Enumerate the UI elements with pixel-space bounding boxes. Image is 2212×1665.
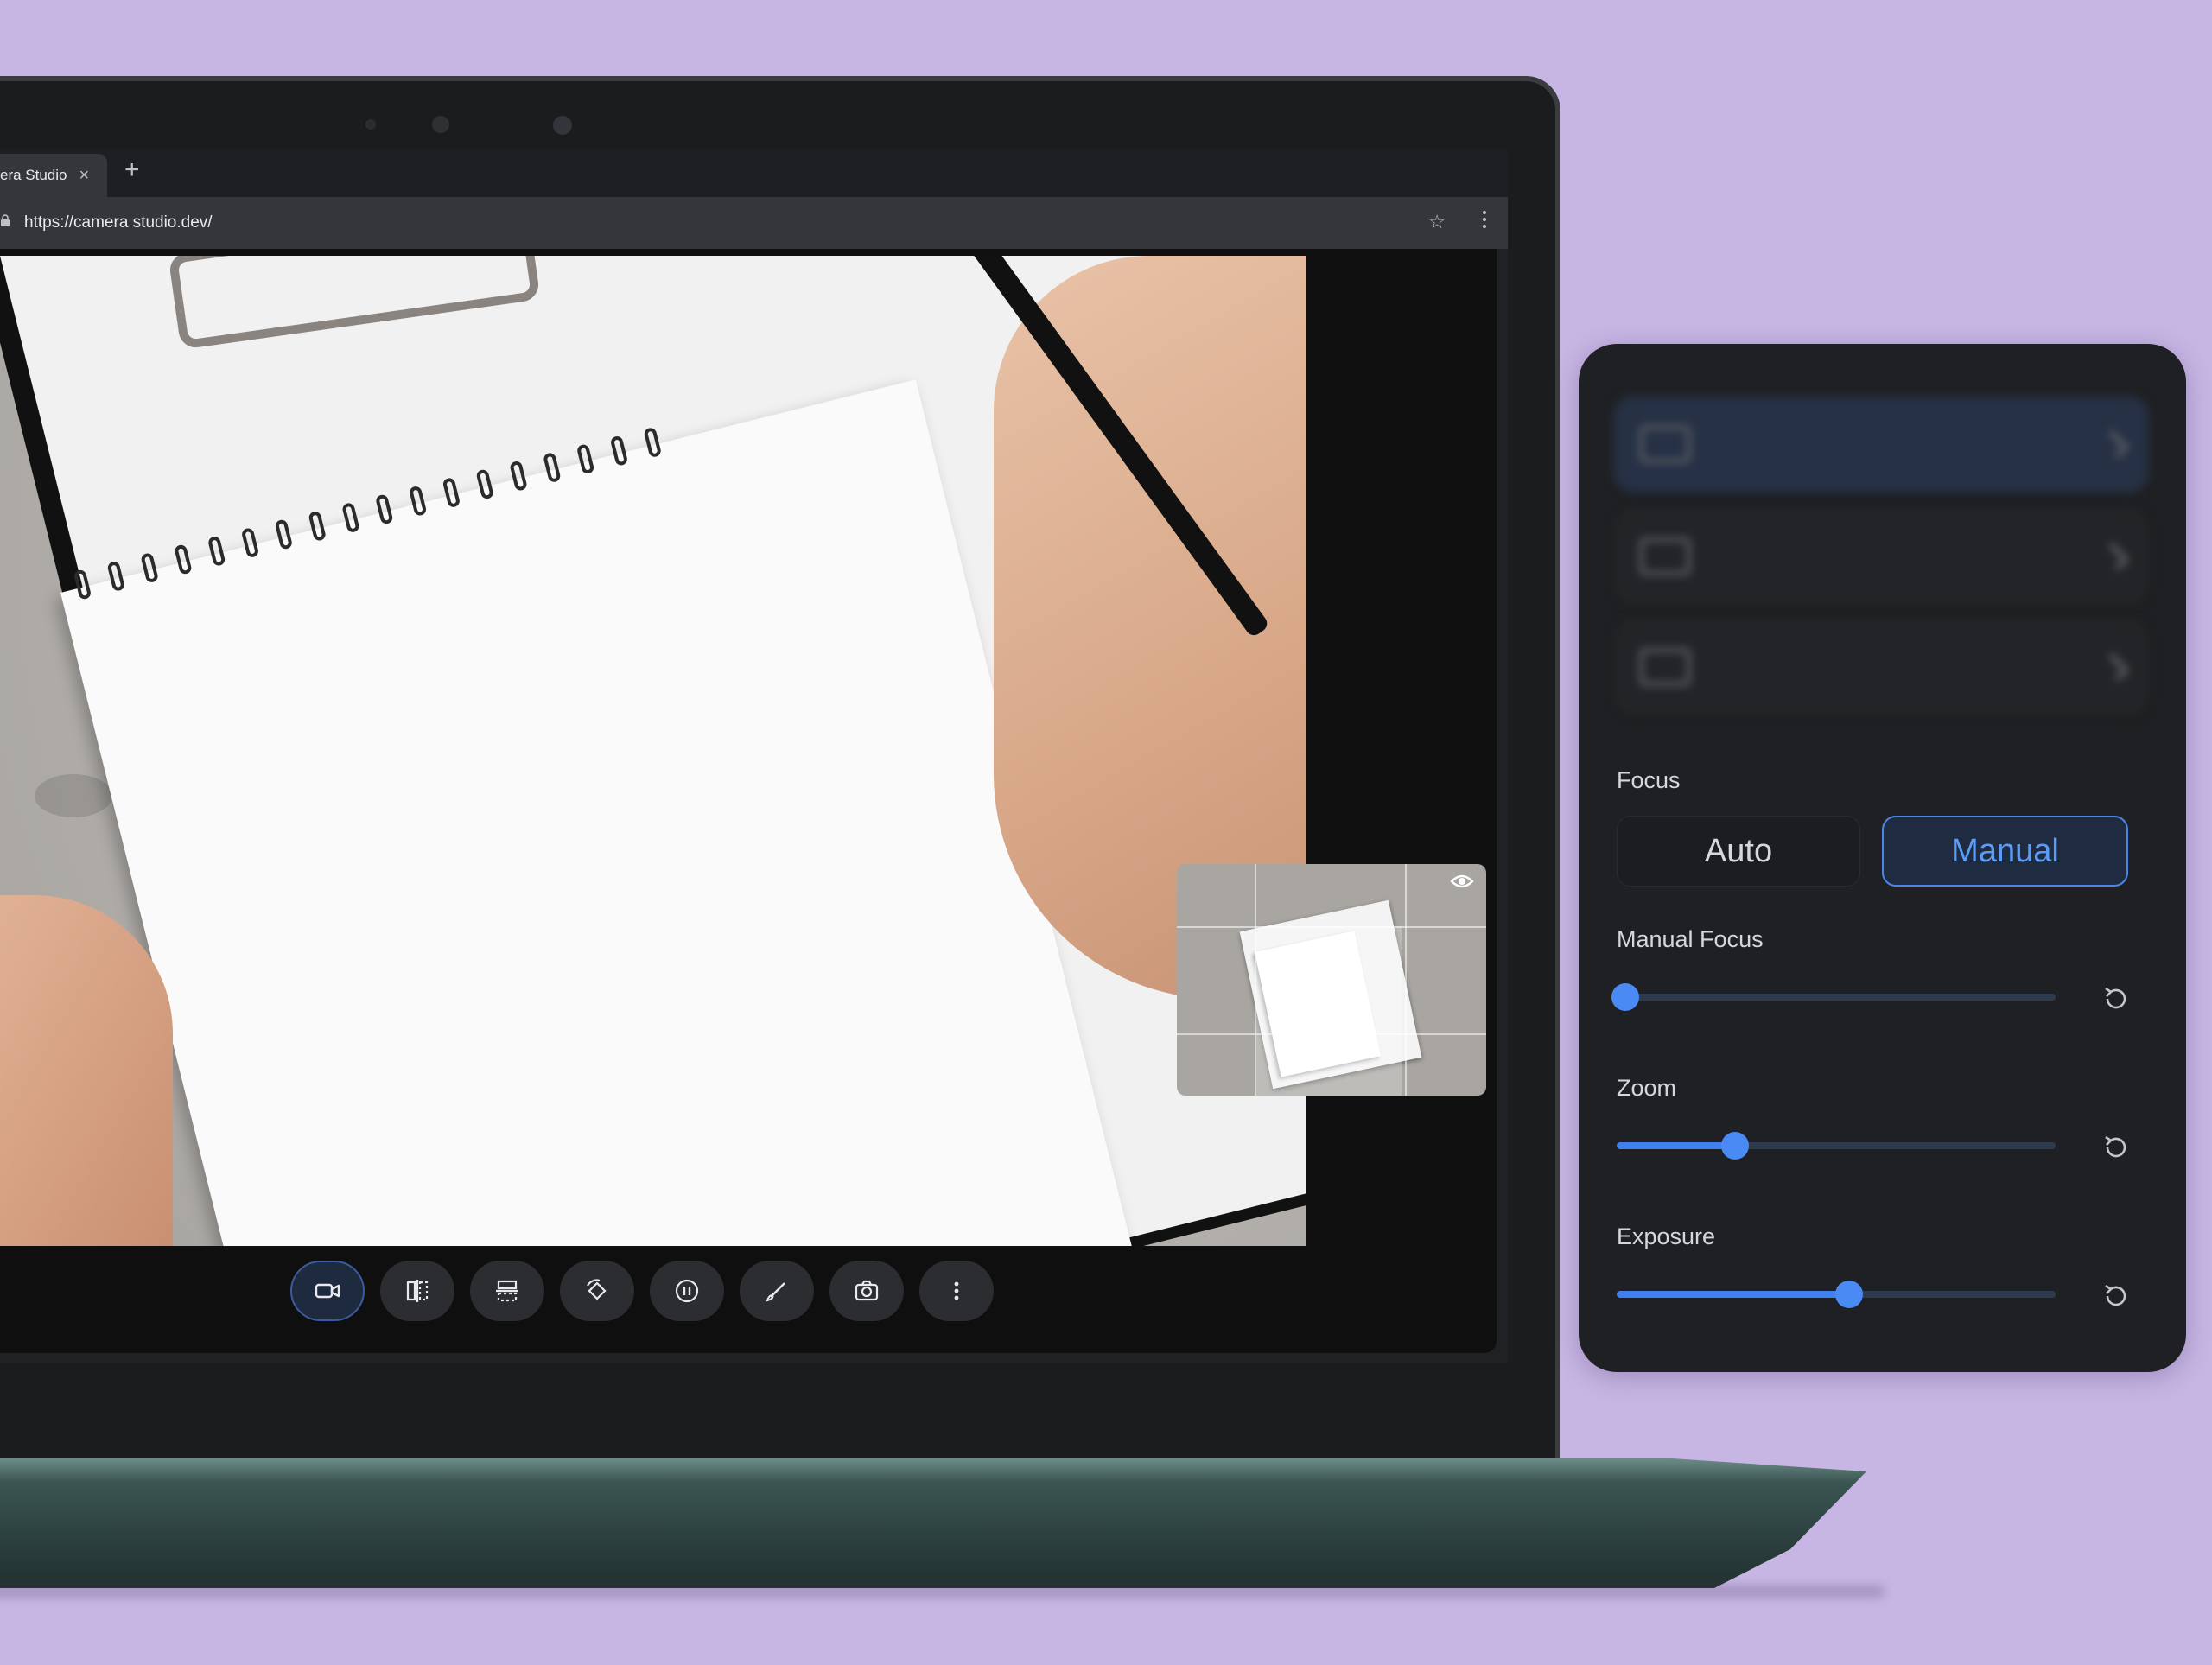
snapshot-button[interactable] [830, 1261, 904, 1321]
brush-icon [766, 1282, 785, 1302]
manual-focus-label: Manual Focus [1617, 926, 1764, 952]
camera-icon [855, 1280, 879, 1301]
focus-label: Focus [1617, 767, 1681, 793]
exposure-slider[interactable] [1617, 1281, 2056, 1308]
rotate-button[interactable] [560, 1261, 634, 1321]
chevron-right-icon [2101, 429, 2130, 459]
slider-thumb[interactable] [1721, 1132, 1750, 1160]
laptop-base [0, 1458, 1866, 1588]
focus-manual-button[interactable]: Manual [1882, 816, 2128, 887]
eye-icon[interactable] [1450, 873, 1474, 890]
video-camera-icon [1639, 425, 1691, 463]
camera-settings-panel: Focus Auto Manual Manual Focus Zoom Expo… [1579, 344, 2186, 1372]
webcam-sensor-left [365, 119, 376, 130]
tab-strip: era Studio × + [0, 149, 1508, 197]
webcam-lens [432, 116, 449, 133]
camera-source-row[interactable] [1613, 396, 2149, 493]
pause-icon [675, 1279, 699, 1303]
focus-auto-button[interactable]: Auto [1617, 816, 1860, 887]
slider-thumb[interactable] [1611, 983, 1640, 1011]
manual-focus-slider[interactable] [1611, 983, 2056, 1011]
lock-icon [1, 214, 10, 226]
mirror-vertical-button[interactable] [470, 1261, 544, 1321]
new-tab-button[interactable]: + [124, 157, 140, 183]
resolution-icon [1639, 648, 1691, 686]
bookmark-star-icon[interactable]: ☆ [1428, 211, 1446, 233]
aspect-ratio-row[interactable] [1613, 508, 2149, 605]
more-options-button[interactable] [919, 1261, 994, 1321]
flip-horizontal-icon [406, 1280, 429, 1302]
browser-menu-icon[interactable] [1482, 209, 1487, 232]
annotate-button[interactable] [740, 1261, 814, 1321]
laptop-shadow [0, 1586, 1884, 1597]
camera-feed-image [0, 256, 1306, 1246]
tab-close-icon[interactable]: × [79, 167, 90, 184]
aspect-ratio-icon [1639, 537, 1691, 575]
reset-icon[interactable] [2099, 982, 2133, 1016]
reset-icon[interactable] [2099, 1130, 2133, 1165]
resolution-row[interactable] [1613, 619, 2149, 715]
browser-window: era Studio × + https://camera studio.dev… [0, 149, 1508, 1363]
slider-fill [1617, 1291, 1850, 1298]
zoom-slider[interactable] [1617, 1132, 2056, 1160]
more-vert-icon [954, 1281, 959, 1300]
camera-control-bar [290, 1261, 994, 1321]
tab-title: era Studio [0, 167, 67, 183]
exposure-label: Exposure [1617, 1223, 1716, 1249]
camera-viewport [0, 249, 1497, 1353]
webcam-sensor-right [553, 116, 572, 135]
address-bar: https://camera studio.dev/ ☆ [0, 197, 1508, 249]
flip-vertical-icon [496, 1280, 518, 1302]
video-camera-icon [315, 1283, 340, 1299]
mirror-horizontal-button[interactable] [380, 1261, 454, 1321]
rotate-icon [587, 1279, 607, 1300]
browser-tab[interactable]: era Studio × [0, 154, 107, 197]
zoom-label: Zoom [1617, 1075, 1677, 1101]
slider-thumb[interactable] [1835, 1281, 1864, 1308]
pause-button[interactable] [650, 1261, 724, 1321]
video-mode-button[interactable] [290, 1261, 365, 1321]
url-field[interactable]: https://camera studio.dev/ [24, 213, 213, 232]
slider-fill [1617, 1142, 1736, 1149]
chevron-right-icon [2101, 652, 2130, 682]
chevron-right-icon [2101, 542, 2130, 571]
preview-minimap[interactable] [1177, 864, 1486, 1096]
reset-icon[interactable] [2099, 1279, 2133, 1313]
